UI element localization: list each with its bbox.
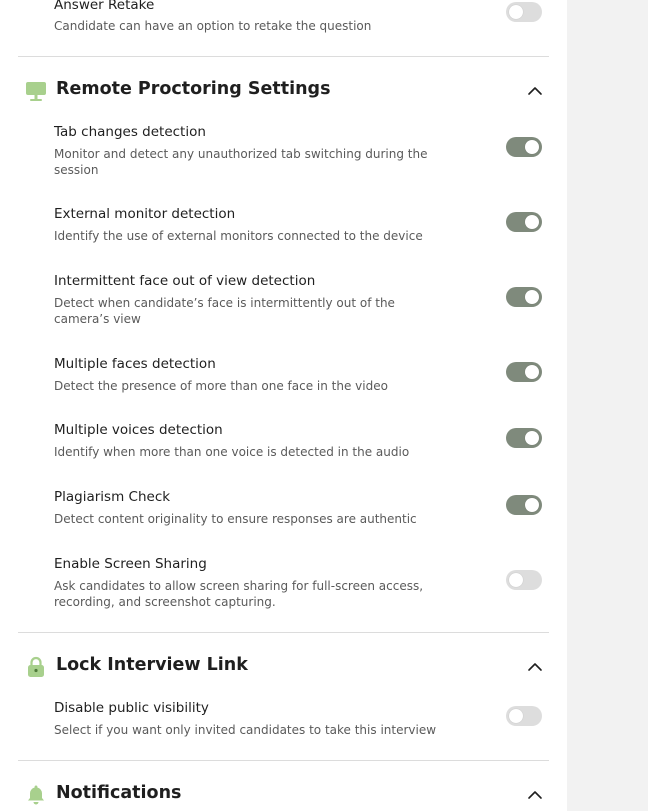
- setting-enable-screen-sharing: Enable Screen Sharing Ask candidates to …: [54, 555, 444, 610]
- setting-description: Identify the use of external monitors co…: [54, 229, 423, 243]
- lock-icon: [28, 656, 44, 677]
- setting-multiple-faces-detection: Multiple faces detection Detect the pres…: [54, 355, 444, 394]
- setting-description: Detect the presence of more than one fac…: [54, 379, 388, 393]
- setting-face-out-of-view-detection: Intermittent face out of view detection …: [54, 272, 444, 327]
- bell-icon: [28, 785, 44, 805]
- setting-title: Intermittent face out of view detection: [54, 273, 316, 289]
- chevron-up-icon[interactable]: [526, 658, 544, 676]
- section-header-lock-interview-link[interactable]: Lock Interview Link: [24, 653, 546, 681]
- setting-description: Ask candidates to allow screen sharing f…: [54, 579, 424, 609]
- toggle-knob: [509, 709, 523, 723]
- toggle-knob: [525, 431, 539, 445]
- tab-changes-detection-toggle[interactable]: [506, 137, 542, 157]
- divider: [18, 760, 549, 761]
- section-header-notifications[interactable]: Notifications: [24, 781, 546, 809]
- setting-title: Plagiarism Check: [54, 489, 171, 505]
- setting-title: Tab changes detection: [54, 124, 206, 140]
- chevron-up-icon[interactable]: [526, 786, 544, 804]
- setting-title: Multiple voices detection: [54, 422, 223, 438]
- setting-title: Answer Retake: [54, 0, 155, 13]
- setting-description: Candidate can have an option to retake t…: [54, 19, 372, 33]
- toggle-knob: [525, 215, 539, 229]
- section-title: Remote Proctoring Settings: [56, 79, 331, 99]
- setting-title: Multiple faces detection: [54, 356, 216, 372]
- setting-description: Select if you want only invited candidat…: [54, 723, 437, 737]
- setting-description: Identify when more than one voice is det…: [54, 445, 410, 459]
- external-monitor-detection-toggle[interactable]: [506, 212, 542, 232]
- setting-disable-public-visibility: Disable public visibility Select if you …: [54, 699, 444, 738]
- page-background: [567, 0, 648, 811]
- setting-title: Enable Screen Sharing: [54, 556, 207, 572]
- divider: [18, 56, 549, 57]
- setting-title: External monitor detection: [54, 206, 236, 222]
- multiple-voices-detection-toggle[interactable]: [506, 428, 542, 448]
- monitor-icon: [26, 82, 46, 101]
- toggle-knob: [525, 140, 539, 154]
- toggle-knob: [525, 498, 539, 512]
- setting-description: Monitor and detect any unauthorized tab …: [54, 147, 428, 177]
- divider: [18, 632, 549, 633]
- setting-description: Detect content originality to ensure res…: [54, 512, 417, 526]
- enable-screen-sharing-toggle[interactable]: [506, 570, 542, 590]
- section-header-remote-proctoring[interactable]: Remote Proctoring Settings: [24, 77, 546, 105]
- setting-external-monitor-detection: External monitor detection Identify the …: [54, 205, 444, 244]
- setting-tab-changes-detection: Tab changes detection Monitor and detect…: [54, 123, 444, 178]
- setting-multiple-voices-detection: Multiple voices detection Identify when …: [54, 421, 444, 460]
- disable-public-visibility-toggle[interactable]: [506, 706, 542, 726]
- toggle-knob: [509, 573, 523, 587]
- setting-answer-retake: Answer Retake Candidate can have an opti…: [54, 0, 444, 34]
- section-title: Lock Interview Link: [56, 655, 248, 675]
- toggle-knob: [525, 290, 539, 304]
- setting-plagiarism-check: Plagiarism Check Detect content original…: [54, 488, 444, 527]
- answer-retake-toggle[interactable]: [506, 2, 542, 22]
- section-title: Notifications: [56, 783, 182, 803]
- plagiarism-check-toggle[interactable]: [506, 495, 542, 515]
- chevron-up-icon[interactable]: [526, 82, 544, 100]
- toggle-knob: [509, 5, 523, 19]
- face-out-of-view-detection-toggle[interactable]: [506, 287, 542, 307]
- setting-title: Disable public visibility: [54, 700, 209, 716]
- toggle-knob: [525, 365, 539, 379]
- settings-panel: Answer Retake Candidate can have an opti…: [0, 0, 567, 811]
- multiple-faces-detection-toggle[interactable]: [506, 362, 542, 382]
- setting-description: Detect when candidate’s face is intermit…: [54, 296, 395, 326]
